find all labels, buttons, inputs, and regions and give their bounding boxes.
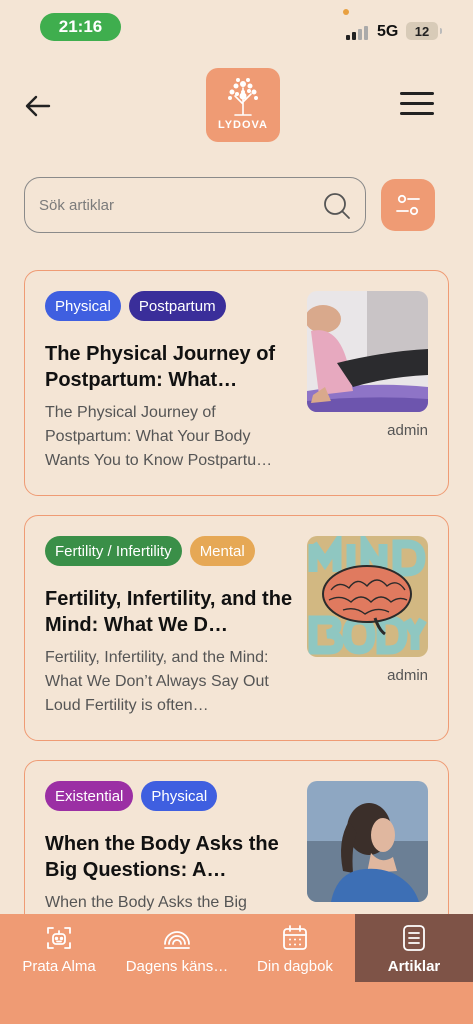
article-title[interactable]: The Physical Journey of Postpartum: What… bbox=[45, 341, 295, 393]
nav-label: Dagens käns… bbox=[125, 958, 229, 975]
nav-label: Artiklar bbox=[387, 958, 441, 975]
battery-level: 12 bbox=[414, 23, 430, 39]
article-tags: Physical Postpartum bbox=[45, 291, 226, 321]
logo-text: LYDOVA bbox=[217, 119, 268, 131]
signal-icon bbox=[346, 24, 372, 40]
arrow-left-icon bbox=[25, 95, 51, 117]
nav-item-dagens-kanslor[interactable]: Dagens käns… bbox=[118, 914, 236, 982]
mood-icon bbox=[164, 931, 190, 949]
nav-item-prata-alma[interactable]: Prata Alma bbox=[0, 914, 118, 982]
article-author: admin bbox=[387, 667, 428, 684]
tag-badge[interactable]: Mental bbox=[189, 536, 255, 566]
article-tags: Fertility / Infertility Mental bbox=[45, 536, 255, 566]
tag-badge[interactable]: Existential bbox=[45, 781, 134, 811]
article-title[interactable]: When the Body Asks the Big Questions: A… bbox=[45, 831, 295, 883]
search-input[interactable] bbox=[39, 178, 319, 232]
privacy-indicator-dot bbox=[343, 9, 349, 15]
battery-icon: 12 bbox=[406, 22, 442, 40]
nav-item-artiklar[interactable]: Artiklar bbox=[355, 914, 473, 982]
menu-button[interactable] bbox=[400, 92, 434, 120]
search-icon[interactable] bbox=[323, 192, 351, 220]
tag-badge[interactable]: Postpartum bbox=[128, 291, 226, 321]
article-excerpt: The Physical Journey of Postpartum: What… bbox=[45, 404, 273, 469]
filter-button[interactable] bbox=[381, 179, 435, 231]
hamburger-icon bbox=[400, 92, 434, 115]
article-card[interactable]: Fertility / Infertility Mental Fertility… bbox=[24, 515, 449, 741]
network-type: 5G bbox=[377, 23, 399, 40]
article-thumbnail[interactable] bbox=[307, 291, 428, 412]
article-thumbnail[interactable] bbox=[307, 781, 428, 902]
back-button[interactable] bbox=[22, 90, 54, 122]
tree-icon bbox=[228, 78, 258, 116]
article-card[interactable]: Physical Postpartum The Physical Journey… bbox=[24, 270, 449, 496]
article-tags: Existential Physical bbox=[45, 781, 218, 811]
article-excerpt: When the Body Asks the Big bbox=[45, 894, 247, 911]
nav-item-din-dagbok[interactable]: Din dagbok bbox=[236, 914, 354, 982]
status-bar: 21:16 5G 12 bbox=[0, 0, 473, 52]
robot-icon bbox=[47, 927, 71, 949]
filter-icon bbox=[396, 194, 420, 216]
nav-label: Din dagbok bbox=[257, 958, 333, 975]
tag-badge[interactable]: Physical bbox=[45, 291, 121, 321]
article-author: admin bbox=[387, 422, 428, 439]
app-logo[interactable]: LYDOVA bbox=[206, 68, 280, 142]
calendar-icon bbox=[283, 925, 307, 950]
tag-badge[interactable]: Physical bbox=[141, 781, 218, 811]
article-title[interactable]: Fertility, Infertility, and the Mind: Wh… bbox=[45, 586, 295, 638]
search-bar bbox=[24, 177, 366, 233]
article-thumbnail[interactable] bbox=[307, 536, 428, 657]
tag-badge[interactable]: Fertility / Infertility bbox=[45, 536, 182, 566]
bottom-navigation: Prata Alma Dagens käns… Din dagbok Artik… bbox=[0, 914, 473, 1024]
article-icon bbox=[403, 925, 425, 951]
status-time: 21:16 bbox=[40, 13, 121, 41]
article-excerpt: Fertility, Infertility, and the Mind: Wh… bbox=[45, 649, 269, 714]
nav-label: Prata Alma bbox=[22, 958, 96, 975]
